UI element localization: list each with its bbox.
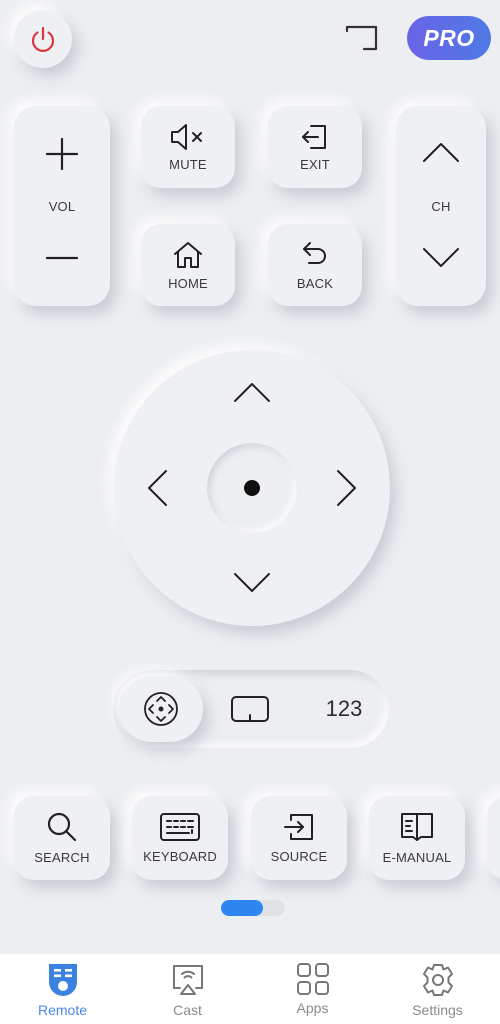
volume-rocker: VOL — [14, 106, 110, 306]
tab-settings-label: Settings — [412, 1002, 463, 1018]
apps-grid-icon — [296, 963, 329, 995]
exit-label: EXIT — [300, 156, 330, 172]
search-button[interactable]: SEARCH — [14, 796, 110, 880]
keyboard-button[interactable]: KEYBOARD — [132, 796, 228, 880]
home-icon — [174, 241, 202, 268]
channel-down-button[interactable] — [396, 228, 486, 288]
tab-remote[interactable]: Remote — [13, 962, 113, 1018]
channel-rocker: CH — [396, 106, 486, 306]
emanual-button[interactable]: E-MANUAL — [369, 796, 465, 880]
volume-down-button[interactable] — [14, 228, 110, 288]
tab-settings[interactable]: Settings — [388, 962, 488, 1018]
chevron-up-icon — [423, 143, 459, 162]
input-mode-switch: 123 — [113, 670, 389, 748]
tab-apps-label: Apps — [296, 1000, 329, 1016]
page-indicator — [221, 900, 285, 916]
dpad-icon — [144, 692, 178, 726]
dpad-down-button[interactable] — [227, 558, 277, 608]
dpad-ok-button[interactable] — [207, 443, 297, 533]
back-label: BACK — [296, 275, 334, 291]
source-button[interactable]: SOURCE — [251, 796, 347, 880]
page-indicator-active — [221, 900, 263, 916]
pro-label: PRO — [423, 24, 475, 51]
screen-mirror-button[interactable] — [344, 24, 380, 52]
keyboard-icon — [160, 813, 200, 841]
source-label: SOURCE — [270, 849, 328, 864]
home-button[interactable]: HOME — [141, 224, 235, 306]
minus-icon — [45, 256, 79, 260]
bottom-tab-bar: Remote Cast Apps Settings — [0, 954, 500, 1024]
arrow-up-icon — [234, 383, 270, 402]
mode-touchpad-button[interactable] — [228, 690, 272, 728]
power-icon — [31, 26, 55, 52]
gear-icon — [422, 964, 453, 996]
mode-dpad-button[interactable] — [119, 676, 203, 742]
exit-button[interactable]: EXIT — [268, 106, 362, 188]
dpad-up-button[interactable] — [227, 367, 277, 417]
back-button[interactable]: BACK — [268, 224, 362, 306]
dpad-left-button[interactable] — [132, 463, 182, 513]
dpad — [114, 350, 390, 626]
mute-icon — [171, 123, 202, 150]
emanual-label: E-MANUAL — [382, 850, 452, 865]
tab-cast[interactable]: Cast — [138, 962, 238, 1018]
book-icon — [401, 813, 433, 841]
arrow-left-icon — [148, 470, 167, 506]
ok-dot-icon — [244, 480, 260, 496]
channel-up-button[interactable] — [396, 124, 486, 180]
mode-numpad-button[interactable]: 123 — [313, 690, 375, 728]
search-label: SEARCH — [34, 850, 90, 865]
volume-label: VOL — [48, 198, 76, 214]
channel-label: CH — [431, 198, 451, 214]
arrow-down-icon — [234, 573, 270, 592]
tab-cast-label: Cast — [173, 1002, 202, 1018]
exit-icon — [302, 124, 326, 149]
plus-icon — [45, 137, 79, 171]
volume-up-button[interactable] — [14, 124, 110, 184]
cast-icon — [172, 965, 203, 995]
remote-icon — [48, 964, 77, 996]
mute-label: MUTE — [169, 156, 207, 172]
tab-remote-label: Remote — [37, 1002, 88, 1018]
home-label: HOME — [168, 275, 208, 291]
search-icon — [47, 812, 77, 842]
pro-upgrade-button[interactable]: PRO — [407, 16, 491, 60]
touchpad-icon — [231, 696, 269, 722]
chevron-down-icon — [423, 248, 459, 267]
power-button[interactable] — [14, 10, 72, 68]
mute-button[interactable]: MUTE — [141, 106, 235, 188]
back-icon — [303, 241, 326, 264]
keyboard-label: KEYBOARD — [143, 849, 217, 864]
tab-apps[interactable]: Apps — [263, 962, 363, 1016]
screen-mirror-icon — [345, 25, 378, 51]
dpad-right-button[interactable] — [322, 463, 372, 513]
arrow-right-icon — [337, 470, 356, 506]
more-functions-button[interactable] — [487, 796, 500, 880]
source-icon — [284, 814, 313, 840]
